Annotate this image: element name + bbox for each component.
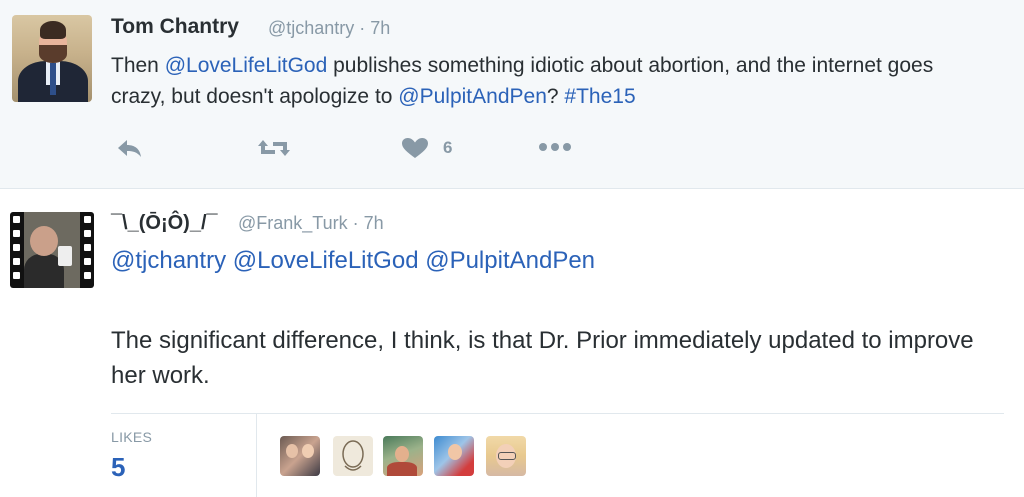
liker-avatar[interactable] <box>434 436 474 476</box>
likes-label: LIKES <box>111 429 153 445</box>
liker-avatar[interactable] <box>280 436 320 476</box>
mention-link[interactable]: @LoveLifeLitGod <box>165 54 328 77</box>
author-name[interactable]: Tom Chantry <box>111 15 239 39</box>
retweet-button[interactable] <box>257 137 291 159</box>
heart-icon <box>402 138 428 158</box>
reply-icon <box>118 140 141 157</box>
reply-button[interactable] <box>116 137 144 159</box>
author-name[interactable]: ¯\_(Ō¡Ô)_/¯ <box>111 212 218 235</box>
author-handle-time[interactable]: @tjchantry · 7h <box>268 18 390 39</box>
tweet-tom-chantry[interactable]: Tom Chantry @tjchantry · 7h Then @LoveLi… <box>0 0 1024 189</box>
liker-avatar[interactable] <box>333 436 373 476</box>
retweet-icon <box>258 140 290 156</box>
liker-avatar[interactable] <box>486 436 526 476</box>
like-button[interactable] <box>401 137 429 159</box>
tweet-text: Then @LoveLifeLitGod publishes something… <box>111 50 991 112</box>
text-segment: ? <box>546 85 565 108</box>
avatar[interactable] <box>12 15 92 102</box>
stats-divider <box>111 413 1004 414</box>
mention-link[interactable]: @PulpitAndPen <box>398 85 547 108</box>
reply-mentions[interactable]: @tjchantry @LoveLifeLitGod @PulpitAndPen <box>111 247 595 275</box>
author-handle-time[interactable]: @Frank_Turk · 7h <box>238 213 384 234</box>
liker-avatar[interactable] <box>383 436 423 476</box>
stats-vertical-divider <box>256 414 257 497</box>
hashtag-link[interactable]: #The15 <box>564 85 635 108</box>
more-icon <box>539 143 571 151</box>
more-button[interactable] <box>538 140 572 162</box>
text-segment: Then <box>111 54 165 77</box>
like-count[interactable]: 6 <box>443 138 452 158</box>
tweet-text: The significant difference, I think, is … <box>111 327 974 389</box>
avatar[interactable] <box>10 212 94 288</box>
likes-count[interactable]: 5 <box>111 452 125 483</box>
